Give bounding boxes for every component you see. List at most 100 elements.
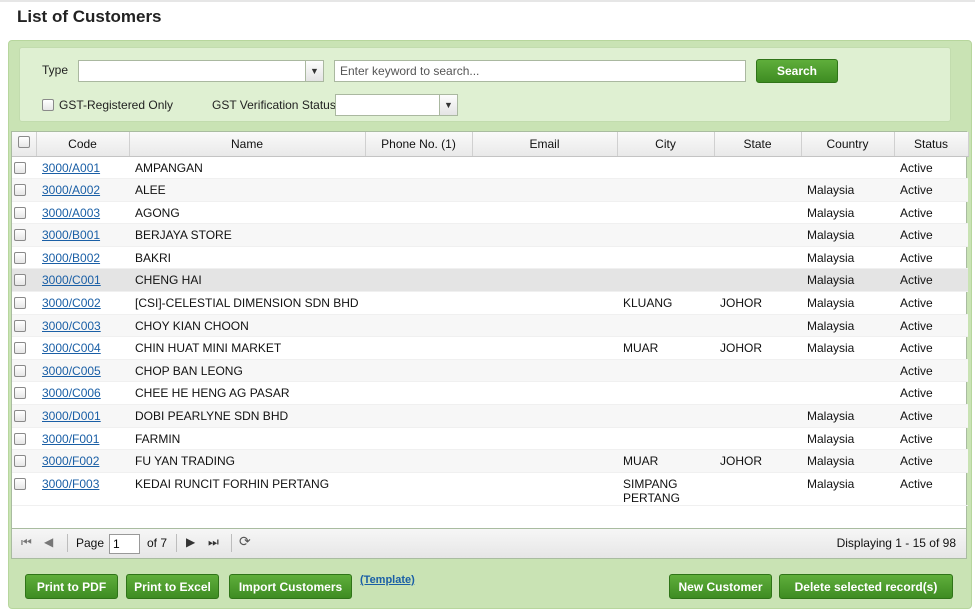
table-row[interactable]: 3000/A003 AGONG Malaysia Active [12,201,968,225]
cell-state [714,246,801,270]
column-header-status[interactable]: Status [894,132,969,157]
customer-code-link[interactable]: 3000/F003 [42,477,99,491]
table-row[interactable]: 3000/D001 DOBI PEARLYNE SDN BHD Malaysia Ac… [12,404,968,428]
print-excel-button[interactable]: Print to Excel [126,574,219,599]
row-checkbox[interactable] [14,251,26,264]
customer-code-link[interactable]: 3000/D001 [42,409,101,423]
cell-status: Active [894,472,968,506]
row-checkbox[interactable] [14,229,26,242]
chevron-down-icon[interactable]: ▼ [439,95,457,115]
table-row[interactable]: 3000/F001 FARMIN Malaysia Active [12,427,968,451]
row-select-cell [12,404,36,428]
row-select-cell [12,381,36,406]
customer-code-link[interactable]: 3000/A002 [42,183,100,197]
first-page-icon[interactable]: ⏮ [21,535,32,550]
previous-page-icon[interactable]: ◀ [44,535,53,549]
row-checkbox[interactable] [14,319,26,332]
table-row[interactable]: 3000/A001 AMPANGAN Active [12,156,968,180]
select-all-checkbox[interactable] [17,136,30,149]
gst-status-select[interactable]: ▼ [335,94,458,116]
table-row[interactable]: 3000/C006 CHEE HE HENG AG PASAR Active [12,381,968,406]
cell-code: 3000/F001 [36,427,129,451]
column-header-city[interactable]: City [617,132,715,157]
column-header-country[interactable]: Country [801,132,895,157]
table-row[interactable]: 3000/F003 KEDAI RUNCIT FORHIN PERTANG SIMP… [12,472,968,506]
row-checkbox[interactable] [14,364,26,377]
cell-status: Active [894,359,968,383]
row-checkbox[interactable] [14,297,26,310]
row-checkbox[interactable] [14,206,26,219]
column-header-state[interactable]: State [714,132,802,157]
last-page-icon[interactable]: ⏭ [208,535,219,550]
cell-state [714,201,801,225]
cell-country: Malaysia [801,223,894,247]
customer-code-link[interactable]: 3000/C006 [42,386,101,400]
search-button[interactable]: Search [756,59,838,83]
cell-email [472,472,617,506]
pagination-bar: ⏮ ◀ Page of 7 ▶ ⏭ ⟳ Displaying 1 - 15 of… [11,529,967,559]
cell-state [714,314,801,338]
search-input[interactable] [334,60,746,82]
column-header-name[interactable]: Name [129,132,366,157]
cell-city [617,201,714,225]
new-customer-button[interactable]: New Customer [669,574,772,599]
row-checkbox[interactable] [14,274,26,287]
cell-country: Malaysia [801,404,894,428]
row-checkbox[interactable] [14,410,26,423]
cell-name: BERJAYA STORE [129,223,365,247]
cell-city [617,178,714,202]
cell-status: Active [894,268,968,293]
customer-code-link[interactable]: 3000/B001 [42,228,100,242]
table-row[interactable]: 3000/C005 CHOP BAN LEONG Active [12,359,968,383]
cell-phone [365,336,472,360]
customer-code-link[interactable]: 3000/A001 [42,161,100,175]
delete-selected-button[interactable]: Delete selected record(s) [779,574,953,599]
table-row[interactable]: 3000/B002 BAKRI Malaysia Active [12,246,968,270]
row-checkbox[interactable] [14,432,26,445]
customer-code-link[interactable]: 3000/F002 [42,454,99,468]
table-row[interactable]: 3000/C003 CHOY KIAN CHOON Malaysia Active [12,314,968,338]
customer-code-link[interactable]: 3000/A003 [42,206,100,220]
cell-city: SIMPANG PERTANG [617,472,714,506]
table-row[interactable]: 3000/C004 CHIN HUAT MINI MARKET MUAR JOHOR M… [12,336,968,360]
table-row[interactable]: 3000/C002 [CSI]-CELESTIAL DIMENSION SDN B… [12,291,968,315]
cell-country: Malaysia [801,314,894,338]
type-select[interactable]: ▼ [78,60,324,82]
refresh-icon[interactable]: ⟳ [239,533,251,550]
import-customers-button[interactable]: Import Customers [229,574,352,599]
row-checkbox[interactable] [14,342,26,355]
select-all-header[interactable] [12,132,37,157]
cell-status: Active [894,336,968,360]
gst-registered-checkbox[interactable] [42,99,54,111]
column-header-email[interactable]: Email [472,132,618,157]
customer-code-link[interactable]: 3000/F001 [42,432,99,446]
page-number-input[interactable] [109,534,140,554]
chevron-down-icon[interactable]: ▼ [305,61,323,81]
cell-state [714,472,801,506]
column-header-phone[interactable]: Phone No. (1) [365,132,473,157]
next-page-icon[interactable]: ▶ [186,535,195,549]
customer-code-link[interactable]: 3000/B002 [42,251,100,265]
row-select-cell [12,472,36,506]
row-checkbox[interactable] [14,161,26,174]
customer-code-link[interactable]: 3000/C004 [42,341,101,355]
row-checkbox[interactable] [14,477,26,490]
table-row[interactable]: 3000/B001 BERJAYA STORE Malaysia Active [12,223,968,247]
customer-code-link[interactable]: 3000/C002 [42,296,101,310]
table-row[interactable]: 3000/A002 ALEE Malaysia Active [12,178,968,202]
print-pdf-button[interactable]: Print to PDF [25,574,118,599]
template-link[interactable]: (Template) [360,574,415,586]
table-row[interactable]: 3000/F002 FU YAN TRADING MUAR JOHOR Malaysia… [12,449,968,473]
customer-code-link[interactable]: 3000/C003 [42,319,101,333]
cell-phone [365,314,472,338]
customer-code-link[interactable]: 3000/C005 [42,364,101,378]
column-header-code[interactable]: Code [36,132,130,157]
row-checkbox[interactable] [14,387,26,400]
row-select-cell [12,291,36,315]
row-checkbox[interactable] [14,184,26,197]
cell-email [472,201,617,225]
customer-code-link[interactable]: 3000/C001 [42,273,101,287]
table-row[interactable]: 3000/C001 CHENG HAI Malaysia Active [12,268,968,293]
cell-status: Active [894,404,968,428]
row-checkbox[interactable] [14,455,26,468]
